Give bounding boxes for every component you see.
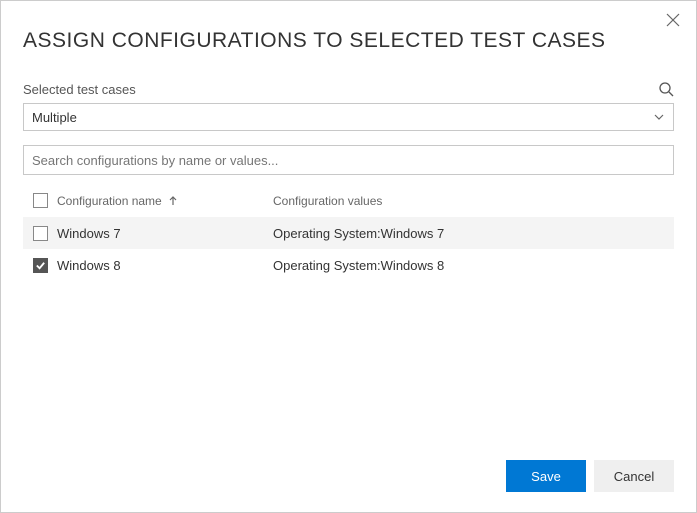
save-button[interactable]: Save xyxy=(506,460,586,492)
row-values: Operating System:Windows 7 xyxy=(273,226,674,241)
table-row[interactable]: Windows 7 Operating System:Windows 7 xyxy=(23,217,674,249)
cancel-button[interactable]: Cancel xyxy=(594,460,674,492)
config-search-box[interactable] xyxy=(23,145,674,175)
column-header-values[interactable]: Configuration values xyxy=(273,190,674,212)
selected-cases-label: Selected test cases xyxy=(23,82,136,97)
column-header-values-label: Configuration values xyxy=(273,194,382,208)
row-values: Operating System:Windows 8 xyxy=(273,258,674,273)
row-name: Windows 8 xyxy=(57,258,273,273)
row-name: Windows 7 xyxy=(57,226,273,241)
selected-cases-row: Selected test cases xyxy=(23,81,674,97)
dialog-title: ASSIGN CONFIGURATIONS TO SELECTED TEST C… xyxy=(23,29,674,53)
select-all-checkbox[interactable] xyxy=(33,193,48,208)
configurations-table: Configuration name Configuration values … xyxy=(23,185,674,281)
row-checkbox[interactable] xyxy=(33,226,48,241)
row-checkbox[interactable] xyxy=(33,258,48,273)
assign-configurations-dialog: ASSIGN CONFIGURATIONS TO SELECTED TEST C… xyxy=(0,0,697,513)
chevron-down-icon xyxy=(653,111,665,123)
dialog-footer: Save Cancel xyxy=(23,448,674,492)
table-row[interactable]: Windows 8 Operating System:Windows 8 xyxy=(23,249,674,281)
close-icon xyxy=(666,13,680,27)
table-header: Configuration name Configuration values xyxy=(23,185,674,217)
close-button[interactable] xyxy=(666,13,682,29)
sort-asc-icon xyxy=(168,196,178,206)
selected-cases-dropdown[interactable]: Multiple xyxy=(23,103,674,131)
search-icon[interactable] xyxy=(658,81,674,97)
config-search-input[interactable] xyxy=(32,153,665,168)
dropdown-value: Multiple xyxy=(32,110,77,125)
column-header-name[interactable]: Configuration name xyxy=(57,190,273,212)
column-header-name-label: Configuration name xyxy=(57,194,162,208)
